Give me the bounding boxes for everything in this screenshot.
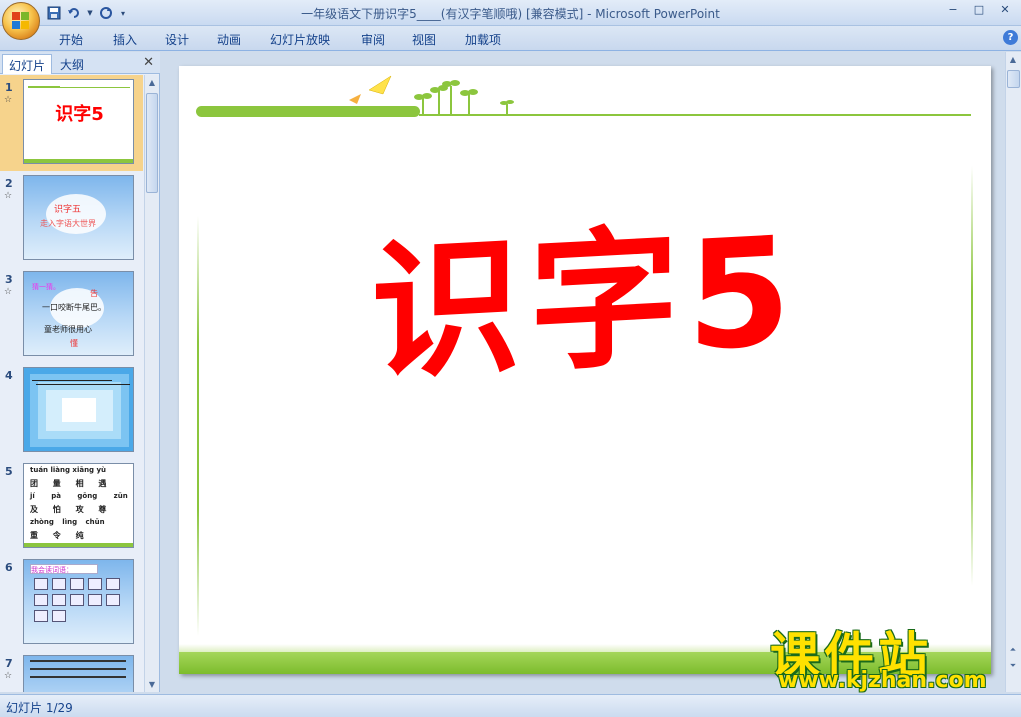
scrollbar-thumb[interactable] <box>146 93 158 193</box>
tab-slide-show[interactable]: 幻灯片放映 <box>270 31 330 48</box>
tab-addins[interactable]: 加载项 <box>465 31 501 48</box>
window-title: 一年级语文下册识字5____(有汉字笔顺哦) [兼容模式] - Microsof… <box>301 7 720 21</box>
animation-star-icon: ☆ <box>4 671 13 681</box>
slide-thumb-5[interactable]: 5 tuán liàng xiāng yù 团 量 相 遇 jí pà gōng… <box>0 459 143 555</box>
slide-preview: 识字五 走入字语大世界 <box>23 175 134 260</box>
slide-thumb-2[interactable]: 2 ☆ 识字五 走入字语大世界 <box>0 171 143 267</box>
slide-number: 7 <box>5 657 13 670</box>
tab-home[interactable]: 开始 <box>59 31 83 48</box>
thumb-text: 告 <box>90 289 98 298</box>
current-slide[interactable]: 识字5 <box>179 66 991 674</box>
slides-panel: 幻灯片 大纲 ✕ 1 ☆ 识字5 2 ☆ 识字五 走入字语大世界 3 ☆ 猜一猜… <box>0 52 160 692</box>
close-button[interactable]: ✕ <box>993 2 1017 20</box>
slide-number: 3 <box>5 273 13 286</box>
slide-preview: 识字5 <box>23 79 134 164</box>
slide-title[interactable]: 识字5 <box>179 160 991 420</box>
thumb-text: 我会读词语： <box>30 564 98 574</box>
slide-scrollbar[interactable]: ▲ ⏶ ⏷ <box>1005 52 1021 692</box>
previous-slide-icon[interactable]: ⏶ <box>1006 642 1020 657</box>
slide-preview: 我会读词语： <box>23 559 134 644</box>
slide-counter: 幻灯片 1/29 <box>6 701 73 715</box>
thumb-text: tuán liàng xiāng yù <box>30 466 107 474</box>
maximize-button[interactable]: □ <box>967 2 991 20</box>
tab-outline[interactable]: 大纲 <box>54 54 90 74</box>
thumb-text: 团 量 相 遇 <box>30 479 107 488</box>
tab-slides[interactable]: 幻灯片 <box>2 54 53 74</box>
tab-review[interactable]: 审阅 <box>361 31 385 48</box>
slide-thumb-1[interactable]: 1 ☆ 识字5 <box>0 75 143 171</box>
ribbon-tabs: 开始 插入 设计 动画 幻灯片放映 审阅 视图 加载项 ? <box>0 26 1021 51</box>
thumb-text: 懂 <box>70 339 78 348</box>
status-bar: 幻灯片 1/29 <box>0 694 1021 717</box>
slide-number: 2 <box>5 177 13 190</box>
tab-view[interactable]: 视图 <box>412 31 436 48</box>
panel-tabs: 幻灯片 大纲 ✕ <box>0 52 160 74</box>
slide-number: 5 <box>5 465 13 478</box>
slide-preview <box>23 655 134 692</box>
thumb-text: 及 怕 攻 尊 <box>30 505 107 514</box>
animation-star-icon: ☆ <box>4 191 13 201</box>
thumb-text: 识字五 <box>54 205 82 215</box>
close-panel-icon[interactable]: ✕ <box>143 55 154 70</box>
slide-thumb-3[interactable]: 3 ☆ 猜一猜。 告 一口咬断牛尾巴。 童老师很用心 懂 <box>0 267 143 363</box>
slide-preview: tuán liàng xiāng yù 团 量 相 遇 jí pà gōng z… <box>23 463 134 548</box>
thumb-text: 一口咬断牛尾巴。 <box>42 303 106 312</box>
watermark-url: www.kjzhan.com <box>778 668 987 693</box>
minimize-button[interactable]: − <box>941 2 965 20</box>
slide-number: 6 <box>5 561 13 574</box>
slide-thumbnails: 1 ☆ 识字5 2 ☆ 识字五 走入字语大世界 3 ☆ 猜一猜。 告 一口咬断牛… <box>0 75 143 692</box>
tab-design[interactable]: 设计 <box>165 31 189 48</box>
scroll-down-icon[interactable]: ▼ <box>145 677 159 692</box>
thumb-text: 重 令 纯 <box>30 531 84 540</box>
scroll-up-icon[interactable]: ▲ <box>1006 52 1020 67</box>
tab-animations[interactable]: 动画 <box>217 31 241 48</box>
slide-number: 1 <box>5 81 13 94</box>
thumbnails-scrollbar[interactable]: ▲ ▼ <box>144 75 159 692</box>
thumb-text: 走入字语大世界 <box>40 219 96 228</box>
scroll-up-icon[interactable]: ▲ <box>145 75 159 90</box>
animation-star-icon: ☆ <box>4 287 13 297</box>
thumb-text: jí pà gōng zūn <box>30 492 128 500</box>
next-slide-icon[interactable]: ⏷ <box>1006 658 1020 673</box>
thumb-title: 识字5 <box>55 104 104 125</box>
watermark: 课件站 www.kjzhan.com <box>770 616 1006 696</box>
sprout-decoration-icon <box>349 75 514 114</box>
tab-insert[interactable]: 插入 <box>113 31 137 48</box>
window-controls: − □ ✕ <box>941 2 1017 20</box>
slide-number: 4 <box>5 369 13 382</box>
thumb-text: zhòng lìng chūn <box>30 518 105 526</box>
office-button[interactable] <box>2 2 40 40</box>
animation-star-icon: ☆ <box>4 95 13 105</box>
thumb-text: 童老师很用心 <box>44 325 92 334</box>
slide-preview <box>23 367 134 452</box>
slide-thumb-6[interactable]: 6 我会读词语： <box>0 555 143 651</box>
slide-thumb-4[interactable]: 4 <box>0 363 143 459</box>
thumb-text: 猜一猜。 <box>32 283 60 291</box>
slide-preview: 猜一猜。 告 一口咬断牛尾巴。 童老师很用心 懂 <box>23 271 134 356</box>
help-icon[interactable]: ? <box>1003 30 1018 45</box>
title-bar: ▼ ▾ 一年级语文下册识字5____(有汉字笔顺哦) [兼容模式] - Micr… <box>0 0 1021 26</box>
scrollbar-thumb[interactable] <box>1007 70 1020 88</box>
slide-editor: 识字5 <box>161 52 1004 692</box>
slide-thumb-7[interactable]: 7 ☆ <box>0 651 143 692</box>
office-logo-icon <box>12 12 30 30</box>
